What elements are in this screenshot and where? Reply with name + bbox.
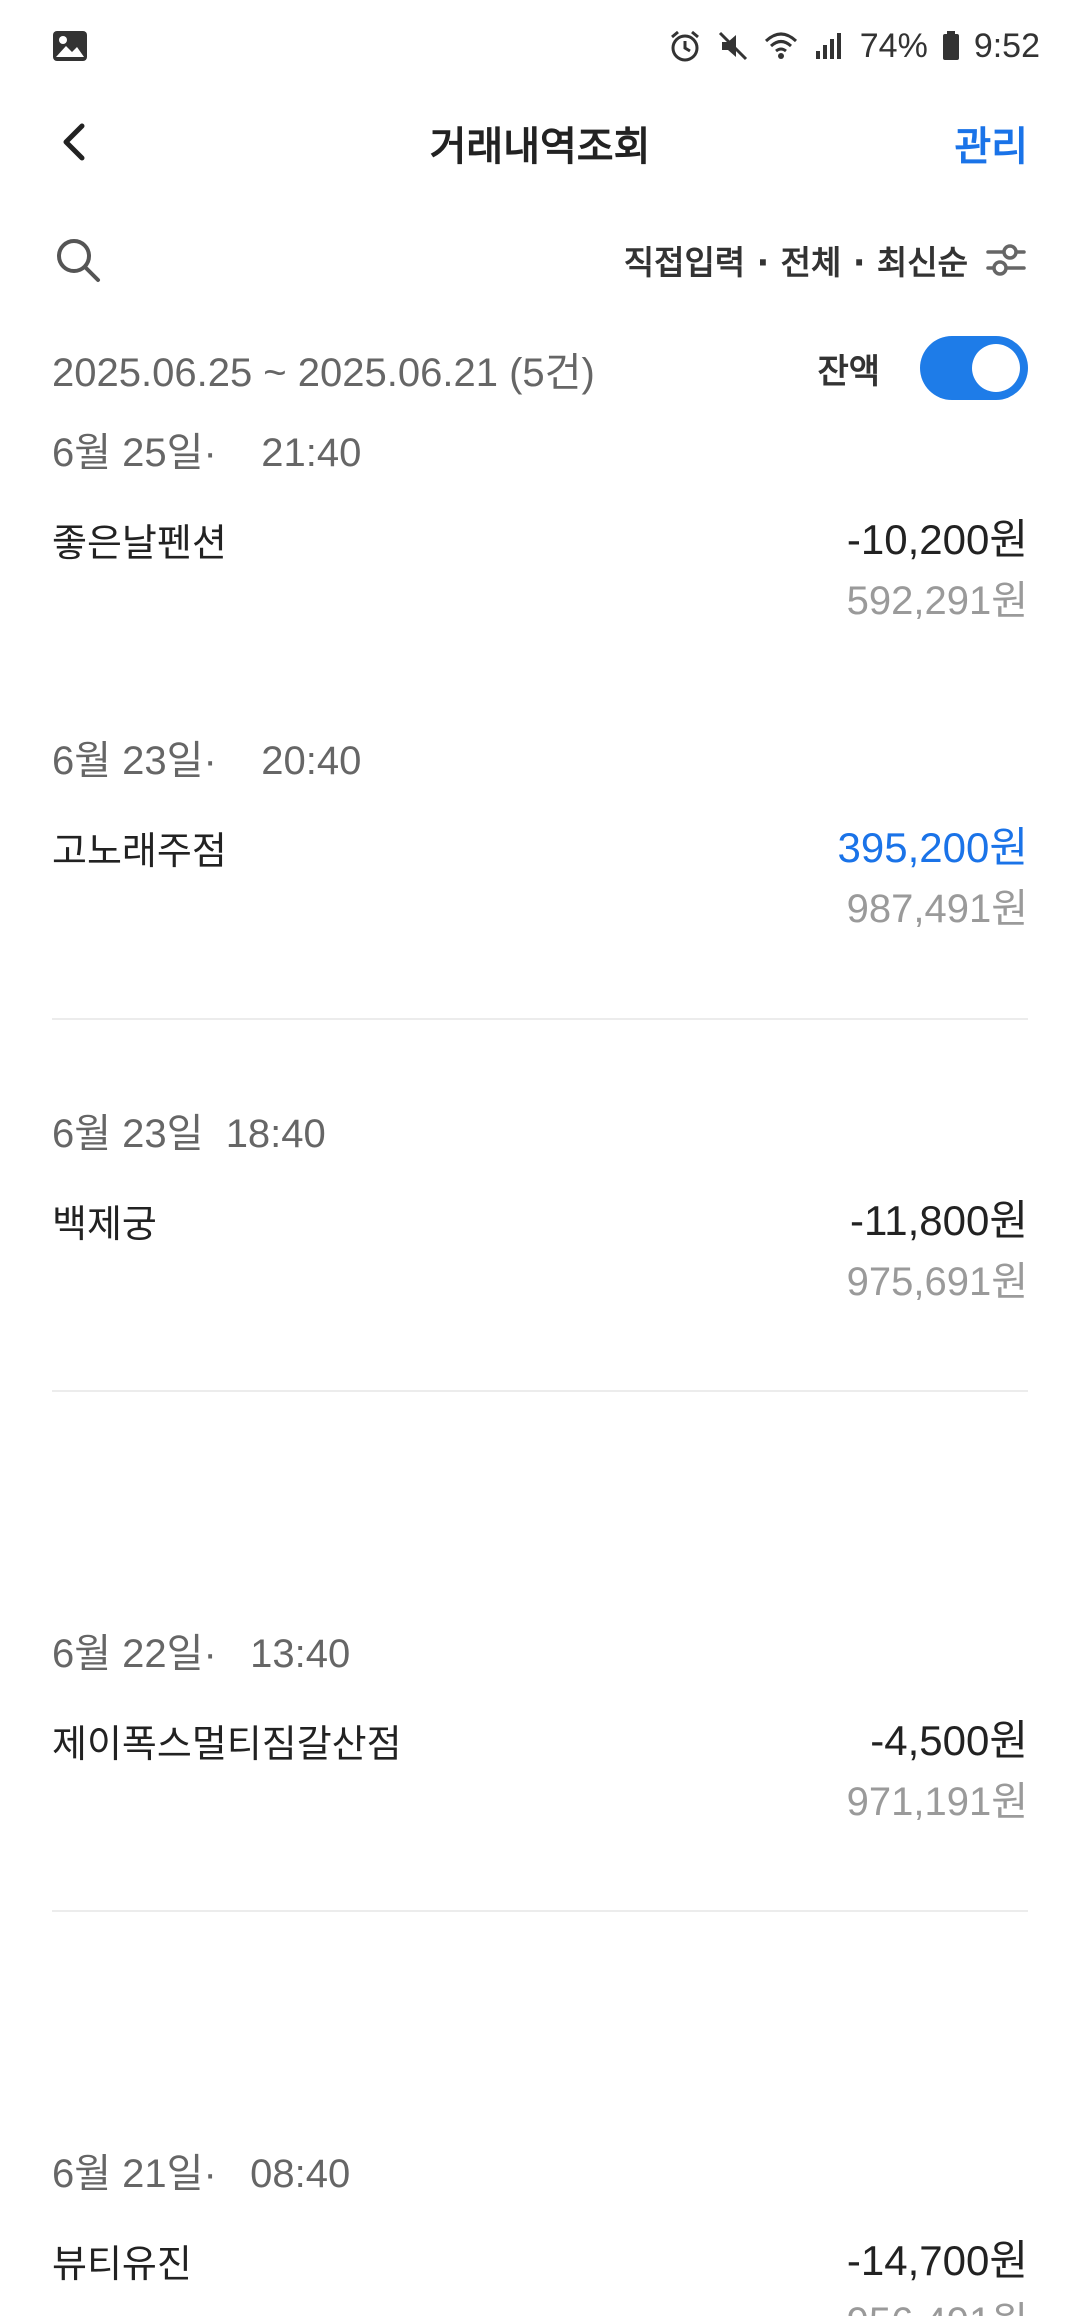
balance-toggle[interactable]: [920, 336, 1028, 400]
period-range: 2025.06.25 ~ 2025.06.21 (5건): [52, 351, 595, 395]
transaction-amount: -11,800원: [850, 1197, 1028, 1244]
transaction-balance: 971,191원: [846, 1780, 1028, 1824]
transaction-date: 6월 23일· 20:40: [52, 739, 362, 783]
divider: [52, 1018, 1028, 1020]
transaction-balance: 975,691원: [846, 1260, 1028, 1304]
transaction-amount: -14,700원: [846, 2237, 1028, 2284]
gallery-icon: [53, 31, 87, 61]
filter-summary[interactable]: 직접입력 · 전체 · 최신순: [624, 236, 968, 284]
transaction-balance: 987,491원: [846, 887, 1028, 931]
balance-toggle-label: 잔액: [817, 352, 880, 392]
transaction-date: 6월 22일· 13:40: [52, 1632, 351, 1676]
transaction-item[interactable]: 6월 25일· 21:40 좋은날펜션 -10,200원 592,291원: [52, 420, 1028, 640]
status-bar: 74% 9:52: [0, 0, 1080, 92]
transaction-balance: 956,491원: [847, 2289, 1028, 2316]
filter-icon[interactable]: [980, 234, 1032, 286]
transaction-item[interactable]: 6월 23일· 20:40 고노래주점 395,200원 987,491원: [52, 728, 1028, 948]
transaction-name: 백제궁: [52, 1202, 157, 1246]
divider: [52, 1910, 1028, 1912]
transaction-amount: 395,200원: [837, 824, 1028, 871]
transaction-amount: -4,500원: [870, 1717, 1028, 1764]
manage-button[interactable]: 관리: [954, 114, 1028, 172]
transaction-date: 6월 23일 18:40: [52, 1112, 326, 1156]
filter-row: 직접입력 · 전체 · 최신순: [0, 222, 1080, 302]
battery-percent: 74%: [859, 26, 928, 65]
signal-icon: [815, 33, 841, 59]
wifi-icon: [764, 32, 797, 59]
transaction-name: 뷰티유진: [52, 2242, 192, 2286]
search-icon[interactable]: [52, 234, 104, 286]
transaction-item[interactable]: 6월 21일· 08:40 뷰티유진 -14,700원 956,491원: [52, 2141, 1028, 2316]
mute-icon: [718, 31, 747, 61]
transaction-date: 6월 25일· 21:40: [52, 431, 362, 475]
transaction-date: 6월 21일· 08:40: [52, 2152, 351, 2196]
transaction-name: 고노래주점: [52, 829, 227, 873]
app-header: 거래내역조회 관리: [0, 92, 1080, 192]
transaction-name: 제이폭스멀티짐갈산점: [52, 1722, 402, 1766]
transaction-item[interactable]: 6월 23일 18:40 백제궁 -11,800원 975,691원: [52, 1101, 1028, 1321]
transaction-balance: 592,291원: [846, 579, 1028, 623]
alarm-icon: [670, 30, 699, 62]
transaction-item[interactable]: 6월 22일· 13:40 제이폭스멀티짐갈산점 -4,500원 971,191…: [52, 1621, 1028, 1841]
clock: 9:52: [973, 26, 1040, 65]
toggle-knob: [972, 344, 1020, 392]
page-title: 거래내역조회: [429, 124, 651, 170]
transaction-amount: -10,200원: [846, 516, 1028, 563]
battery-icon: [942, 31, 959, 60]
transaction-name: 좋은날펜션: [52, 521, 227, 565]
divider: [52, 1390, 1028, 1392]
